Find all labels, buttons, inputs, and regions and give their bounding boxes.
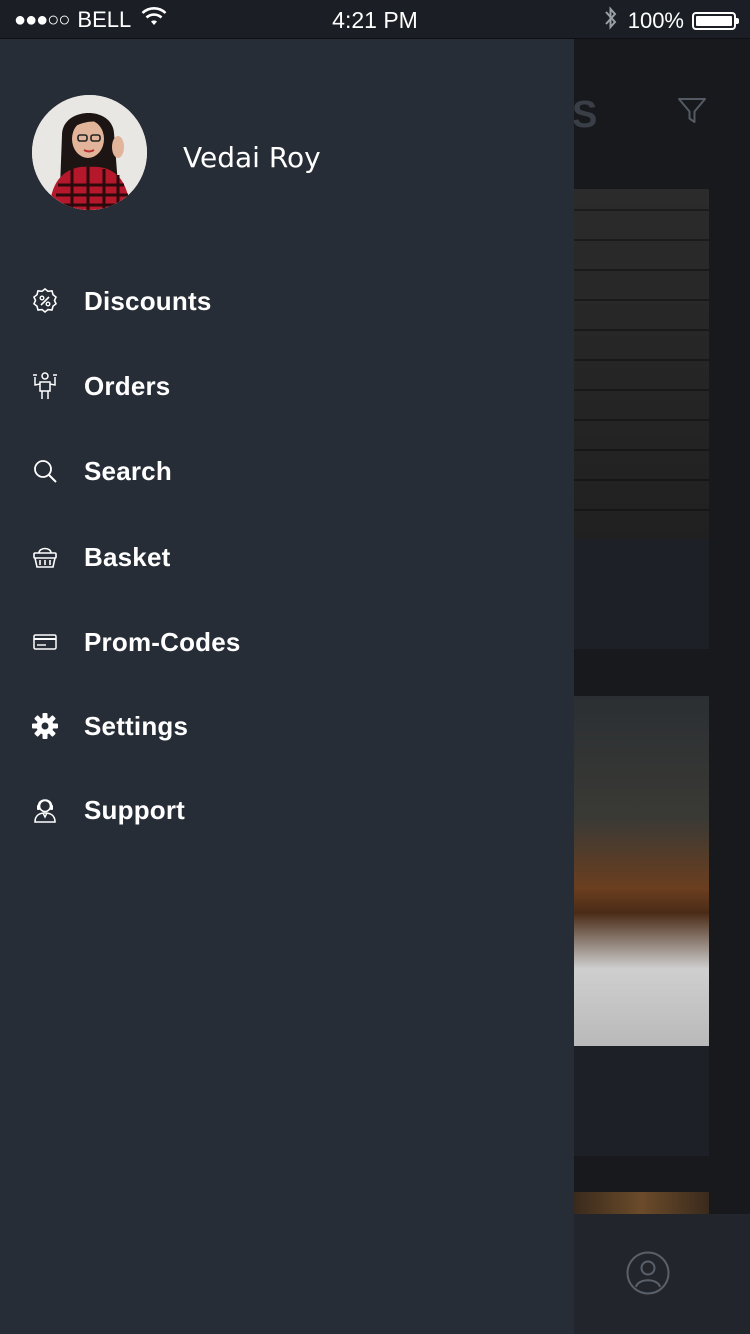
orders-icon <box>30 371 60 401</box>
user-name: Vedai Roy <box>183 141 321 174</box>
menu-label: Settings <box>84 710 189 741</box>
menu-label: Search <box>84 455 172 486</box>
restaurant-photo <box>574 696 709 1046</box>
restaurant-card[interactable] <box>574 696 709 1156</box>
menu-label: Prom-Codes <box>84 626 241 657</box>
menu-item-discounts[interactable]: Discounts <box>0 271 574 331</box>
battery-percent: 100% <box>627 8 684 33</box>
bluetooth-icon <box>604 6 618 36</box>
restaurant-card[interactable] <box>574 1192 709 1214</box>
menu-label: Orders <box>84 370 171 401</box>
profile-icon[interactable] <box>626 1251 670 1300</box>
menu-item-prom-codes[interactable]: Prom-Codes <box>0 612 574 672</box>
menu-item-settings[interactable]: Settings <box>0 696 574 756</box>
restaurant-photo <box>574 189 709 539</box>
filter-icon[interactable] <box>676 95 708 132</box>
menu-item-search[interactable]: Search <box>0 441 574 501</box>
status-bar: ●●●○○ BELL 4:21 PM 100% <box>0 0 750 39</box>
restaurant-photo <box>574 1192 709 1214</box>
support-icon <box>30 795 60 825</box>
discount-icon <box>30 286 60 316</box>
menu-item-orders[interactable]: Orders <box>0 356 574 416</box>
battery-icon <box>692 12 739 30</box>
search-icon <box>30 456 60 486</box>
navigation-drawer: Vedai Roy Discounts Orders Search Basket… <box>0 39 574 1334</box>
status-right: 100% <box>604 6 739 36</box>
card-icon <box>30 627 60 657</box>
gear-icon <box>30 711 60 741</box>
battery-fill <box>696 16 732 26</box>
menu-label: Discounts <box>84 285 212 316</box>
restaurant-card[interactable] <box>574 189 709 649</box>
basket-icon <box>30 542 60 572</box>
menu-item-basket[interactable]: Basket <box>0 527 574 587</box>
background-title-fragment: S <box>572 94 598 136</box>
menu-item-support[interactable]: Support <box>0 780 574 840</box>
menu-label: Support <box>84 794 186 825</box>
avatar[interactable] <box>32 95 147 210</box>
menu-label: Basket <box>84 541 171 572</box>
